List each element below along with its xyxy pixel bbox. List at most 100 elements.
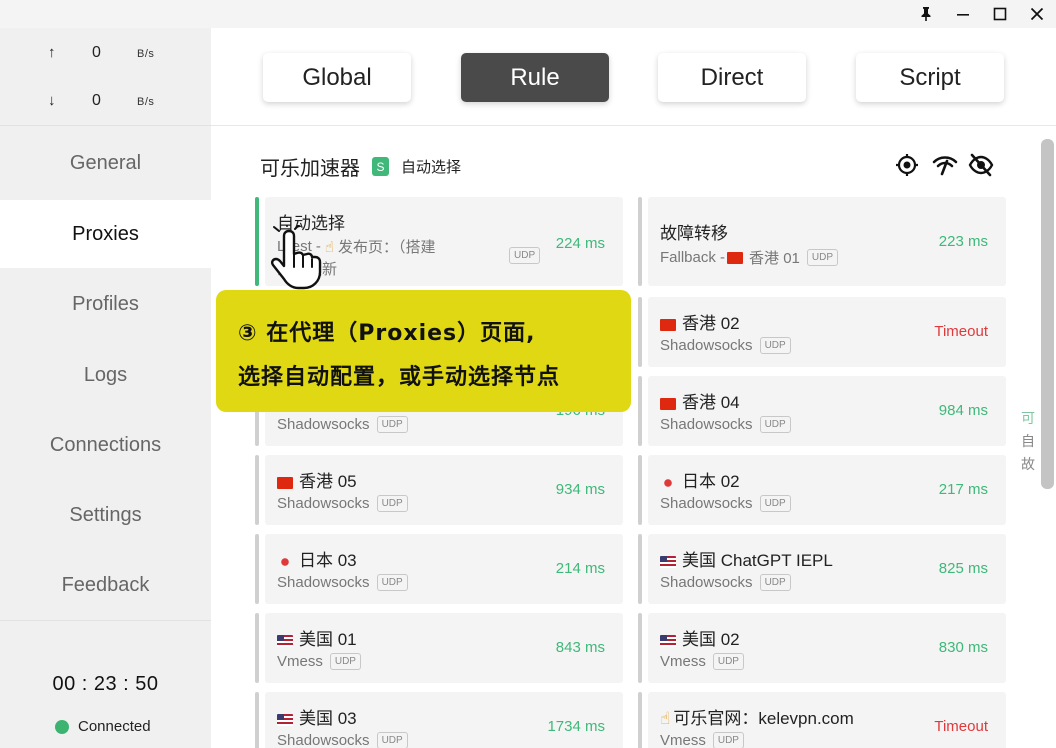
mode-script-button[interactable]: Script	[856, 53, 1004, 102]
proxy-type: Shadowsocks	[660, 574, 753, 591]
mode-rule-button[interactable]: Rule	[461, 53, 609, 102]
proxy-card-hk04[interactable]: 香港 04 Shadowsocks UDP 984 ms	[638, 376, 1006, 446]
wifi-speed-icon[interactable]	[932, 152, 958, 178]
udp-badge: UDP	[376, 416, 408, 433]
close-icon[interactable]	[1019, 0, 1055, 28]
callout-line-1: ③ 在代理（Proxies）页面,	[238, 321, 536, 346]
unselected-indicator	[638, 455, 642, 525]
proxy-delay[interactable]: 224 ms	[556, 235, 605, 252]
jp-flag-icon	[277, 555, 293, 568]
upload-unit: B/s	[137, 48, 155, 60]
proxy-delay[interactable]: 223 ms	[939, 233, 988, 250]
proxy-delay[interactable]: 830 ms	[939, 639, 988, 656]
proxy-name-text: 美国 ChatGPT IEPL	[682, 551, 833, 570]
udp-badge: UDP	[376, 495, 408, 512]
minimize-icon[interactable]	[945, 0, 981, 28]
proxy-sub: Shadowsocks UDP	[660, 337, 791, 354]
mode-direct-button[interactable]: Direct	[658, 53, 806, 102]
proxy-type: Vmess	[660, 732, 706, 748]
unselected-indicator	[255, 692, 259, 748]
proxy-type: Shadowsocks	[277, 732, 370, 748]
proxy-delay[interactable]: Timeout	[934, 323, 988, 340]
proxy-card-fallback[interactable]: 故障转移 Fallback - 香港 01 UDP 223 ms	[638, 197, 1006, 286]
mode-global-button[interactable]: Global	[263, 53, 411, 102]
hk-flag-icon	[277, 476, 293, 489]
proxy-type: Shadowsocks	[277, 495, 370, 512]
proxy-card-us03[interactable]: 美国 03 Shadowsocks UDP 1734 ms	[255, 692, 623, 748]
nav-logs[interactable]: Logs	[0, 342, 211, 408]
proxy-sub: Fallback - 香港 01 UDP	[660, 247, 839, 268]
proxy-sub-rest: 发布页：（搭建	[338, 239, 436, 256]
download-unit: B/s	[137, 96, 155, 108]
proxy-type: Shadowsocks	[277, 416, 370, 433]
proxy-delay[interactable]: 1734 ms	[547, 718, 605, 735]
unselected-indicator	[638, 534, 642, 604]
nav-feedback[interactable]: Feedback	[0, 552, 211, 618]
side-index-2[interactable]: 自	[1021, 431, 1035, 451]
proxy-sub: Shadowsocks UDP	[660, 416, 791, 433]
udp-badge: UDP	[712, 653, 744, 670]
proxy-delay[interactable]: 984 ms	[939, 402, 988, 419]
uptime-clock: 00 : 23 : 50	[52, 673, 159, 695]
mode-selector: Global Rule Direct Script	[211, 28, 1056, 126]
proxy-delay[interactable]: 843 ms	[556, 639, 605, 656]
unselected-indicator	[638, 376, 642, 446]
proxy-card-auto-select[interactable]: 自动选择 LTest - ☝ 发布页：（搭建 注意更新 UDP 224 ms	[255, 197, 623, 290]
hk-flag-icon	[660, 397, 676, 410]
proxy-group-header[interactable]: 可乐加速器 S 自动选择	[260, 152, 461, 181]
proxy-delay[interactable]: 217 ms	[939, 481, 988, 498]
unselected-indicator	[638, 692, 642, 748]
proxy-sub: Shadowsocks UDP	[660, 574, 791, 591]
proxy-card-hk05[interactable]: 香港 05 Shadowsocks UDP 934 ms	[255, 455, 623, 525]
connection-status: Connected	[55, 718, 151, 735]
proxy-name: 香港 02	[660, 309, 740, 334]
group-type-badge: S	[372, 157, 389, 176]
eye-off-icon[interactable]	[968, 152, 994, 178]
proxy-name: 美国 03	[277, 704, 357, 729]
proxy-card-jp03[interactable]: 日本 03 Shadowsocks UDP 214 ms	[255, 534, 623, 604]
proxy-card-us02[interactable]: 美国 02 Vmess UDP 830 ms	[638, 613, 1006, 683]
nav-profiles[interactable]: Profiles	[0, 271, 211, 337]
proxy-card-jp02[interactable]: 日本 02 Shadowsocks UDP 217 ms	[638, 455, 1006, 525]
sidebar-divider	[0, 620, 211, 621]
udp-badge: UDP	[329, 653, 361, 670]
maximize-icon[interactable]	[982, 0, 1018, 28]
udp-badge: UDP	[806, 249, 839, 266]
nav-connections[interactable]: Connections	[0, 412, 211, 478]
proxy-card-hk02[interactable]: 香港 02 Shadowsocks UDP Timeout	[638, 297, 1006, 367]
proxy-sub: Shadowsocks UDP	[277, 416, 408, 433]
proxy-delay[interactable]: 934 ms	[556, 481, 605, 498]
locate-icon[interactable]	[894, 152, 920, 178]
proxy-name: 日本 02	[660, 467, 740, 492]
side-index-3[interactable]: 故	[1021, 454, 1035, 474]
proxy-delay[interactable]: Timeout	[934, 718, 988, 735]
unselected-indicator	[255, 534, 259, 604]
proxy-sub: Vmess UDP	[277, 653, 361, 670]
upload-arrow-icon: ↑	[48, 44, 56, 61]
proxy-name-text: 香港 02	[682, 314, 740, 333]
pin-icon[interactable]	[908, 0, 944, 28]
nav-general[interactable]: General	[0, 130, 211, 196]
nav-settings[interactable]: Settings	[0, 482, 211, 548]
selected-indicator	[255, 197, 259, 286]
proxy-delay[interactable]: 214 ms	[556, 560, 605, 577]
nav-proxies[interactable]: Proxies	[0, 200, 211, 268]
proxy-name: 美国 01	[277, 625, 357, 650]
side-index-1[interactable]: 可	[1021, 408, 1035, 428]
proxy-type: Shadowsocks	[660, 495, 753, 512]
title-bar	[0, 0, 1056, 28]
proxy-name: 故障转移	[660, 224, 728, 243]
proxy-name-text: 日本 03	[299, 551, 357, 570]
proxy-card-official-site[interactable]: ☝ 可乐官网：kelevpn.com Vmess UDP Timeout	[638, 692, 1006, 748]
group-current-proxy: 自动选择	[401, 159, 462, 176]
hk-flag-icon	[727, 251, 744, 264]
scrollbar[interactable]	[1041, 139, 1054, 489]
proxy-delay[interactable]: 825 ms	[939, 560, 988, 577]
proxy-name: 日本 03	[277, 546, 357, 571]
upload-value: 0	[92, 44, 101, 61]
proxy-card-us-chatgpt[interactable]: 美国 ChatGPT IEPL Shadowsocks UDP 825 ms	[638, 534, 1006, 604]
proxy-sub: Shadowsocks UDP	[660, 495, 791, 512]
proxy-card-us01[interactable]: 美国 01 Vmess UDP 843 ms	[255, 613, 623, 683]
proxy-sub: Shadowsocks UDP	[277, 495, 408, 512]
udp-badge: UDP	[759, 416, 791, 433]
